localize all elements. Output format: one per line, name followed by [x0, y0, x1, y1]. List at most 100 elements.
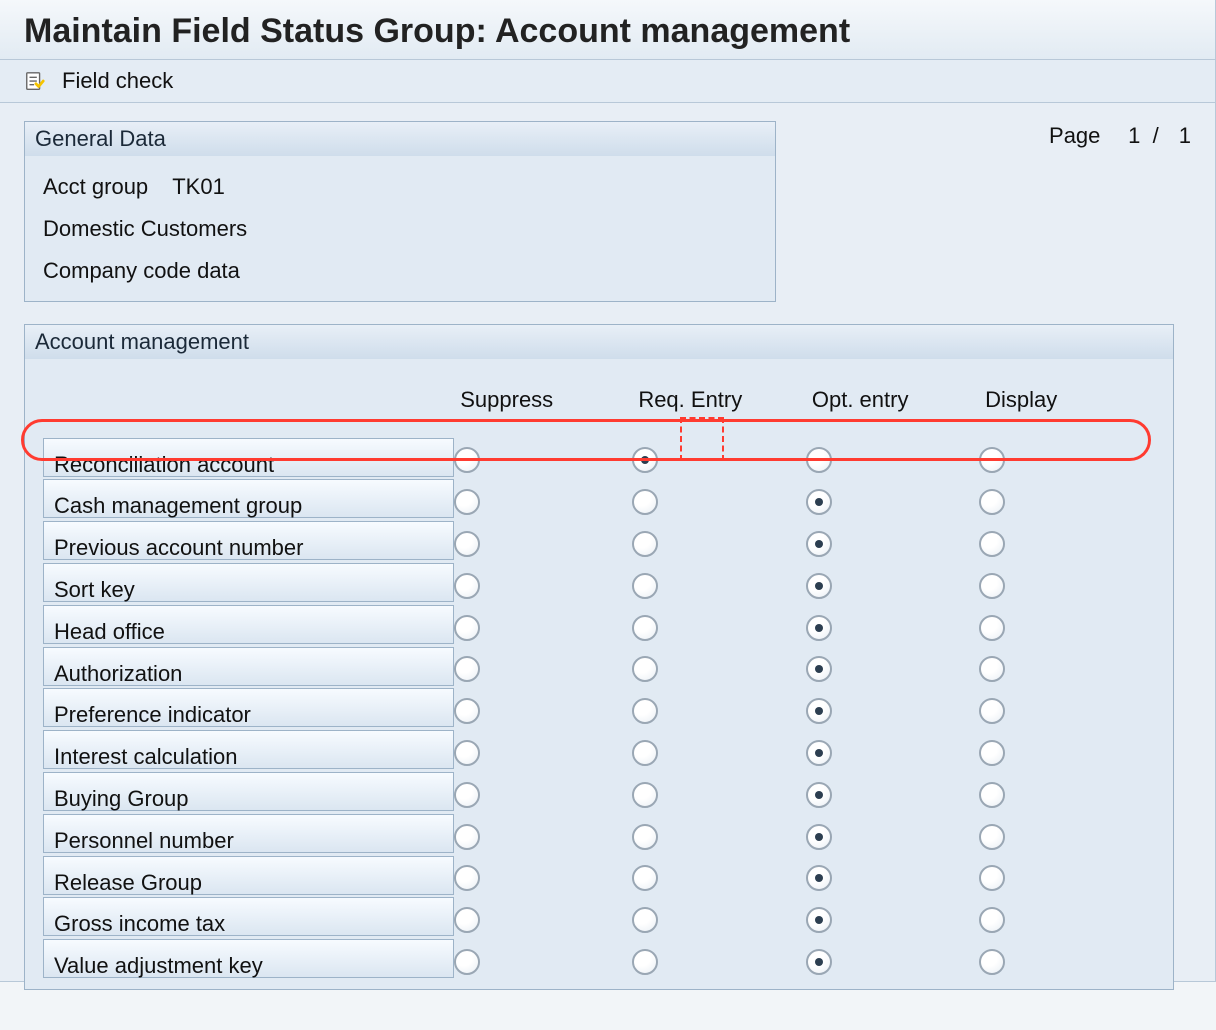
- radio-opt_entry[interactable]: [806, 656, 832, 682]
- radio-suppress[interactable]: [454, 447, 480, 473]
- radio-req_entry[interactable]: [632, 740, 658, 766]
- field-label: Sort key: [43, 563, 454, 602]
- radio-opt_entry[interactable]: [806, 949, 832, 975]
- page-total: 1: [1171, 123, 1191, 149]
- field-label: Gross income tax: [43, 897, 454, 936]
- radio-display[interactable]: [979, 824, 1005, 850]
- table-row: Authorization: [43, 644, 1155, 686]
- acct-group-label: Acct group: [43, 174, 148, 199]
- radio-display[interactable]: [979, 615, 1005, 641]
- general-data-line-3: Company code data: [43, 250, 757, 292]
- field-label: Reconciliation account: [43, 438, 454, 477]
- radio-suppress[interactable]: [454, 740, 480, 766]
- page-current: 1: [1120, 123, 1140, 149]
- general-data-body: Acct group TK01 Domestic Customers Compa…: [25, 156, 775, 301]
- table-row: Reconciliation account: [43, 435, 1155, 477]
- radio-display[interactable]: [979, 656, 1005, 682]
- table-row: Value adjustment key: [43, 937, 1155, 979]
- radio-suppress[interactable]: [454, 949, 480, 975]
- field-label: Release Group: [43, 856, 454, 895]
- field-status-table-wrap: Suppress Req. Entry Opt. entry Display R…: [25, 359, 1173, 988]
- field-label: Interest calculation: [43, 730, 454, 769]
- radio-display[interactable]: [979, 573, 1005, 599]
- radio-req_entry[interactable]: [632, 949, 658, 975]
- radio-req_entry[interactable]: [632, 615, 658, 641]
- field-label: Cash management group: [43, 479, 454, 518]
- field-label: Buying Group: [43, 772, 454, 811]
- radio-suppress[interactable]: [454, 656, 480, 682]
- field-check-icon[interactable]: [24, 70, 46, 92]
- radio-suppress[interactable]: [454, 615, 480, 641]
- table-row: Cash management group: [43, 477, 1155, 519]
- radio-opt_entry[interactable]: [806, 782, 832, 808]
- radio-opt_entry[interactable]: [806, 740, 832, 766]
- radio-suppress[interactable]: [454, 698, 480, 724]
- radio-suppress[interactable]: [454, 531, 480, 557]
- account-management-panel: Account management Suppress Req. Entry O…: [24, 324, 1174, 989]
- radio-req_entry[interactable]: [632, 782, 658, 808]
- radio-req_entry[interactable]: [632, 865, 658, 891]
- field-check-button[interactable]: Field check: [62, 68, 173, 94]
- radio-opt_entry[interactable]: [806, 531, 832, 557]
- field-label: Authorization: [43, 647, 454, 686]
- table-row: Interest calculation: [43, 728, 1155, 770]
- radio-opt_entry[interactable]: [806, 573, 832, 599]
- radio-req_entry[interactable]: [632, 907, 658, 933]
- table-row: Gross income tax: [43, 895, 1155, 937]
- radio-display[interactable]: [979, 698, 1005, 724]
- table-row: Personnel number: [43, 811, 1155, 853]
- table-row: Previous account number: [43, 519, 1155, 561]
- radio-display[interactable]: [979, 865, 1005, 891]
- radio-opt_entry[interactable]: [806, 698, 832, 724]
- radio-display[interactable]: [979, 949, 1005, 975]
- radio-suppress[interactable]: [454, 824, 480, 850]
- acct-group-value: TK01: [172, 174, 225, 199]
- radio-suppress[interactable]: [454, 907, 480, 933]
- radio-display[interactable]: [979, 907, 1005, 933]
- general-data-panel: General Data Acct group TK01 Domestic Cu…: [24, 121, 776, 302]
- radio-suppress[interactable]: [454, 489, 480, 515]
- radio-suppress[interactable]: [454, 782, 480, 808]
- radio-display[interactable]: [979, 531, 1005, 557]
- radio-opt_entry[interactable]: [806, 865, 832, 891]
- radio-req_entry[interactable]: [632, 489, 658, 515]
- field-label: Head office: [43, 605, 454, 644]
- table-row: Buying Group: [43, 770, 1155, 812]
- field-label: Previous account number: [43, 521, 454, 560]
- radio-suppress[interactable]: [454, 865, 480, 891]
- radio-opt_entry[interactable]: [806, 447, 832, 473]
- table-row: Sort key: [43, 561, 1155, 603]
- radio-req_entry[interactable]: [632, 698, 658, 724]
- radio-opt_entry[interactable]: [806, 907, 832, 933]
- radio-display[interactable]: [979, 782, 1005, 808]
- radio-display[interactable]: [979, 447, 1005, 473]
- page-sep: /: [1153, 123, 1159, 148]
- radio-req_entry[interactable]: [632, 656, 658, 682]
- radio-display[interactable]: [979, 740, 1005, 766]
- content-area: General Data Acct group TK01 Domestic Cu…: [0, 103, 1215, 1030]
- col-header-suppress: Suppress: [454, 369, 632, 435]
- radio-req_entry[interactable]: [632, 573, 658, 599]
- title-bar: Maintain Field Status Group: Account man…: [0, 0, 1215, 60]
- general-data-line-2: Domestic Customers: [43, 208, 757, 250]
- radio-display[interactable]: [979, 489, 1005, 515]
- table-row: Preference indicator: [43, 686, 1155, 728]
- radio-opt_entry[interactable]: [806, 824, 832, 850]
- page-label: Page: [1049, 123, 1100, 149]
- radio-req_entry[interactable]: [632, 531, 658, 557]
- field-label: Personnel number: [43, 814, 454, 853]
- app-window: Maintain Field Status Group: Account man…: [0, 0, 1216, 982]
- page-indicator: Page 1 / 1: [1049, 121, 1191, 149]
- radio-req_entry[interactable]: [632, 447, 658, 473]
- table-row: Release Group: [43, 853, 1155, 895]
- radio-suppress[interactable]: [454, 573, 480, 599]
- radio-req_entry[interactable]: [632, 824, 658, 850]
- toolbar: Field check: [0, 60, 1215, 103]
- table-row: Head office: [43, 602, 1155, 644]
- radio-opt_entry[interactable]: [806, 615, 832, 641]
- col-header-display: Display: [979, 369, 1155, 435]
- general-data-panel-title: General Data: [25, 122, 775, 156]
- radio-opt_entry[interactable]: [806, 489, 832, 515]
- col-header-opt-entry: Opt. entry: [806, 369, 979, 435]
- field-label: Preference indicator: [43, 688, 454, 727]
